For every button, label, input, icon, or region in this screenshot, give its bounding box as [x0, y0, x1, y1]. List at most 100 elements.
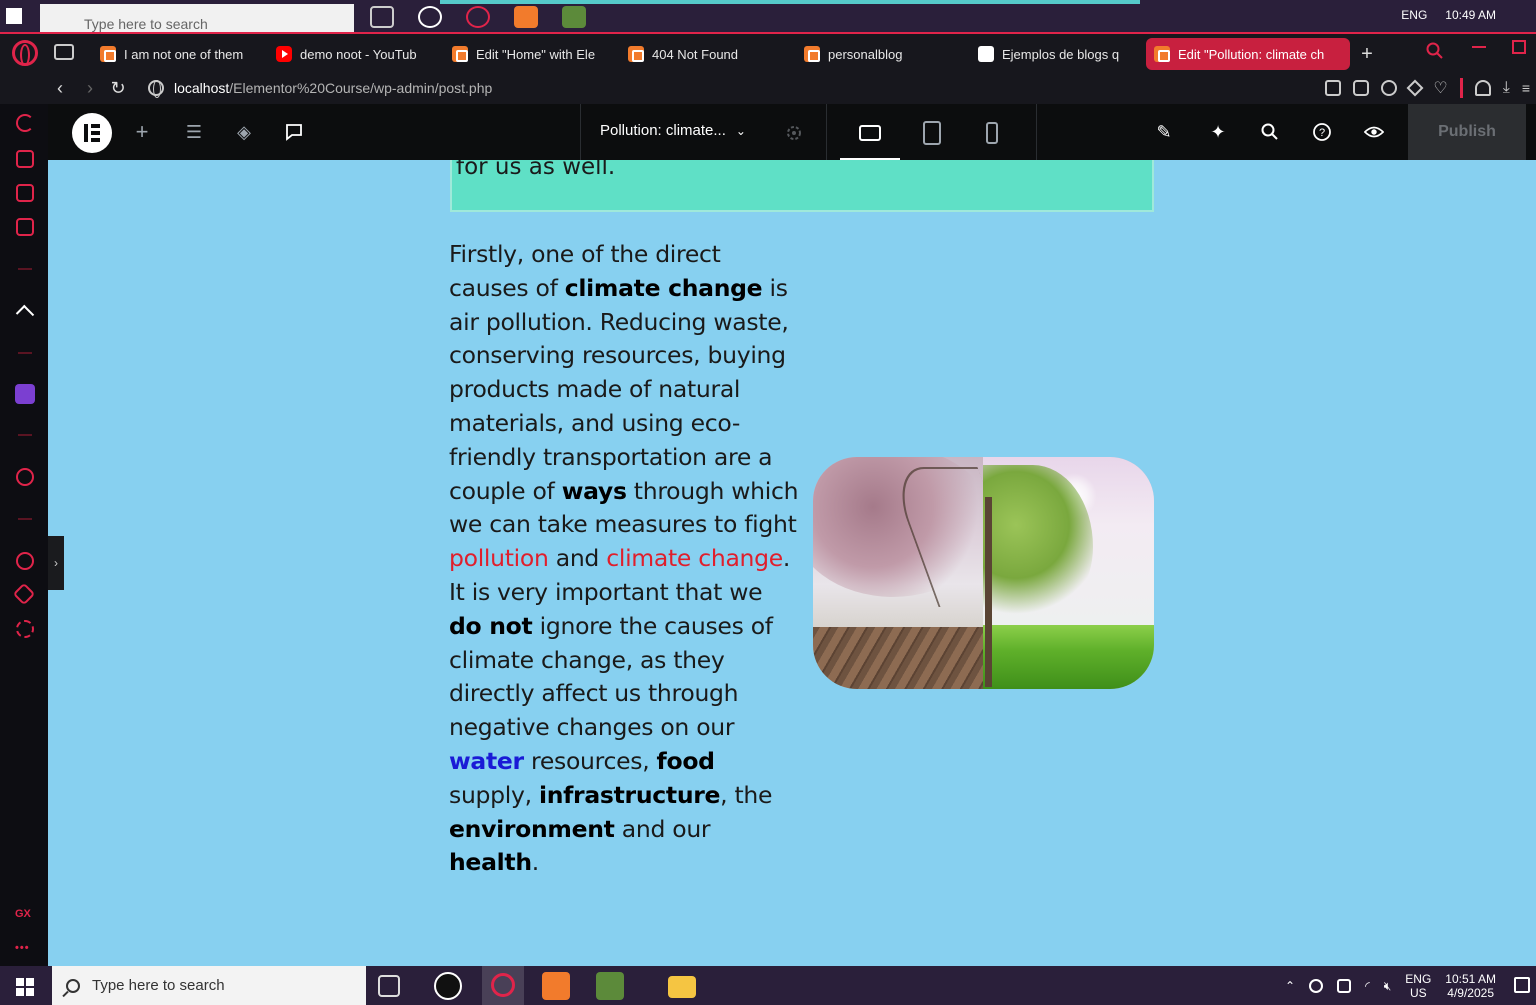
heart-icon[interactable]: ♡ [1433, 78, 1447, 98]
notes-icon[interactable] [284, 122, 304, 142]
windows-logo-icon[interactable] [6, 8, 22, 24]
sidebar-divider [18, 434, 32, 436]
unreal-icon[interactable] [434, 972, 462, 1000]
settings-icon[interactable] [16, 620, 34, 638]
chevron-up-icon[interactable]: ⌃ [1285, 979, 1295, 993]
opera-taskbar-button[interactable] [482, 966, 524, 1005]
recorded-accent-line [440, 0, 1140, 4]
tab-search-icon[interactable] [1426, 42, 1444, 60]
xampp-icon[interactable] [514, 6, 538, 28]
site-settings-icon[interactable]: ☰ [184, 122, 204, 142]
help-icon[interactable]: ? [1312, 122, 1332, 142]
tab-3[interactable]: 404 Not Found [620, 38, 784, 70]
document-title-dropdown[interactable]: Pollution: climate... ⌄ [600, 122, 746, 139]
download-icon[interactable]: ⤓ [1503, 79, 1510, 97]
maximize-icon[interactable] [1512, 40, 1526, 54]
wifi-icon[interactable]: ◜ [1365, 979, 1370, 993]
tab-label: Edit "Home" with Ele [476, 46, 596, 62]
twitch-icon[interactable] [15, 384, 35, 404]
toolbar-divider [826, 104, 827, 160]
device-mobile[interactable] [978, 118, 1006, 148]
site-info-icon[interactable] [148, 80, 164, 98]
unreal-icon[interactable] [418, 6, 442, 28]
tab-0[interactable]: I am not one of them [92, 38, 264, 70]
new-tab-button[interactable]: + [1356, 44, 1378, 66]
tab-6-active[interactable]: Edit "Pollution: climate ch [1146, 38, 1350, 70]
volume-muted-icon[interactable]: 🔇︎ [1384, 979, 1392, 994]
elementor-logo-icon[interactable] [72, 113, 112, 153]
tab-2[interactable]: Edit "Home" with Ele [444, 38, 608, 70]
back-icon[interactable]: ‹ [50, 78, 70, 98]
adblock-icon[interactable] [1381, 80, 1398, 96]
task-view-icon[interactable] [378, 975, 400, 997]
xampp-icon[interactable] [542, 972, 570, 1000]
gx-icon[interactable]: GX [15, 908, 31, 920]
bold-run: health [449, 848, 532, 877]
history-icon[interactable] [16, 552, 34, 570]
youtube-icon [276, 46, 292, 62]
meet-icon[interactable] [1309, 979, 1324, 993]
profile-icon[interactable] [1474, 80, 1491, 96]
article-text-widget[interactable]: Firstly, one of the direct causes of cli… [449, 238, 799, 880]
add-element-icon[interactable]: + [132, 121, 152, 143]
integrations-icon[interactable]: ✎ [1154, 122, 1174, 142]
finder-icon[interactable]: ✦ [1208, 122, 1228, 142]
shortcut-icon[interactable] [15, 304, 35, 324]
device-tablet[interactable] [918, 118, 946, 148]
display-icon[interactable] [1337, 979, 1352, 993]
clock[interactable]: 10:51 AM 4/9/2025 [1445, 972, 1496, 1000]
messenger-icon[interactable] [16, 218, 34, 236]
snapshot-icon[interactable] [1353, 80, 1370, 96]
windows-logo-icon [16, 978, 24, 986]
taskbar-search-box[interactable]: Type here to search [52, 966, 366, 1005]
minimize-icon[interactable] [1472, 46, 1486, 48]
url-field[interactable]: localhost/Elementor%20Course/wp-admin/po… [148, 76, 492, 100]
start-button[interactable] [16, 978, 34, 996]
minecraft-icon[interactable] [596, 972, 624, 1000]
green-text-box[interactable]: for us as well. [450, 160, 1154, 212]
edit-icon[interactable] [1325, 80, 1342, 96]
clock-date: 4/9/2025 [1447, 986, 1494, 1000]
file-explorer-icon[interactable] [668, 976, 696, 998]
tab-label: personalblog [828, 46, 903, 62]
menu-icon[interactable]: ≡ [1522, 80, 1530, 96]
tab-1[interactable]: demo noot - YouTub [268, 38, 432, 70]
workspace-icon[interactable] [16, 150, 34, 168]
climate-tree-image[interactable] [813, 457, 1154, 689]
minecraft-icon[interactable] [562, 6, 586, 28]
url-path: /Elementor%20Course/wp-admin/post.php [229, 80, 493, 96]
player-icon[interactable] [16, 468, 34, 486]
address-tools: ♡ ⤓ ≡ [1325, 78, 1530, 98]
device-desktop[interactable] [840, 118, 900, 160]
tab-label: demo noot - YouTub [300, 46, 417, 62]
bold-run: food [656, 746, 715, 775]
aria-icon[interactable] [16, 114, 34, 132]
opera-icon[interactable] [466, 6, 490, 28]
recorded-search-box[interactable]: Type here to search [40, 4, 354, 32]
notification-icon[interactable] [1514, 977, 1530, 993]
language-indicator[interactable]: ENG US [1405, 972, 1431, 1000]
forward-icon[interactable]: › [80, 78, 100, 98]
reload-icon[interactable]: ↻ [108, 78, 128, 98]
opera-menu-icon[interactable] [12, 40, 38, 66]
tab-islands-icon[interactable] [54, 44, 74, 60]
gaming-icon[interactable] [16, 184, 34, 202]
address-bar: ‹ › ↻ localhost/Elementor%20Course/wp-ad… [0, 72, 1536, 104]
send-icon[interactable] [1406, 79, 1424, 97]
structure-icon[interactable]: ◈ [234, 122, 254, 142]
panel-toggle-button[interactable]: › [48, 536, 64, 590]
editor-canvas[interactable]: for us as well. Firstly, one of the dire… [48, 160, 1536, 966]
wix-icon [978, 46, 994, 62]
more-icon[interactable]: ••• [15, 942, 30, 954]
task-view-icon[interactable] [370, 6, 394, 28]
image-cracked-ground [813, 627, 988, 689]
search-icon[interactable] [1260, 122, 1280, 142]
tab-5[interactable]: Ejemplos de blogs q [970, 38, 1134, 70]
page-settings-icon[interactable] [784, 123, 804, 143]
publish-button[interactable]: Publish [1408, 104, 1526, 160]
preview-icon[interactable] [1364, 122, 1384, 142]
window-controls [1472, 40, 1526, 54]
text-run: . [531, 848, 539, 877]
tab-4[interactable]: personalblog [796, 38, 960, 70]
extensions-icon[interactable] [12, 582, 36, 606]
